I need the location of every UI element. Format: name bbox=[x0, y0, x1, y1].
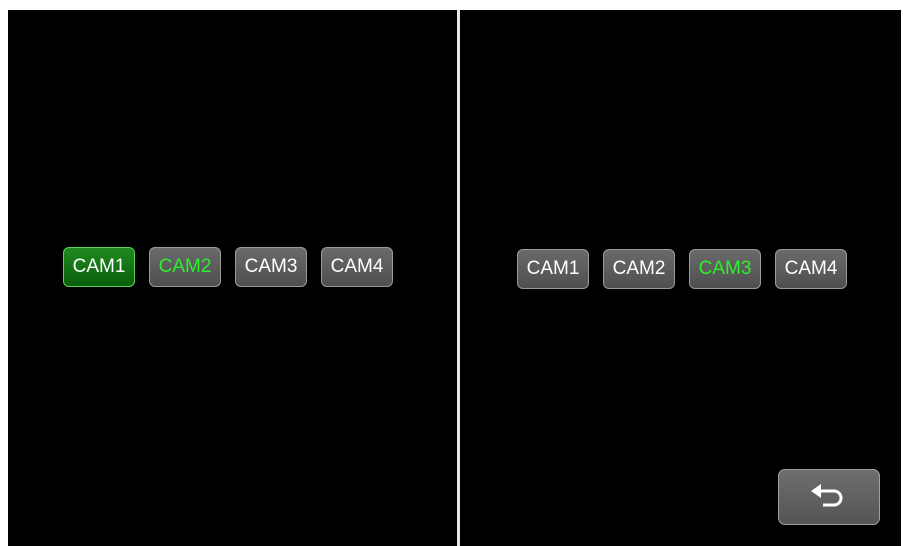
right-cam4-button[interactable]: CAM4 bbox=[775, 249, 847, 289]
left-cam4-button[interactable]: CAM4 bbox=[321, 247, 393, 287]
left-cam1-button[interactable]: CAM1 bbox=[63, 247, 135, 287]
left-cam2-button[interactable]: CAM2 bbox=[149, 247, 221, 287]
right-cam1-button[interactable]: CAM1 bbox=[517, 249, 589, 289]
left-cam3-button[interactable]: CAM3 bbox=[235, 247, 307, 287]
right-cam2-button[interactable]: CAM2 bbox=[603, 249, 675, 289]
right-camera-pane: CAM1 CAM2 CAM3 CAM4 bbox=[460, 10, 901, 546]
back-button[interactable] bbox=[778, 469, 880, 525]
left-camera-pane: CAM1 CAM2 CAM3 CAM4 bbox=[8, 10, 457, 546]
return-arrow-icon bbox=[811, 484, 843, 507]
right-camera-selector: CAM1 CAM2 CAM3 CAM4 bbox=[517, 249, 847, 289]
left-camera-selector: CAM1 CAM2 CAM3 CAM4 bbox=[63, 247, 393, 287]
dual-camera-screen: CAM1 CAM2 CAM3 CAM4 CAM1 CAM2 CAM3 CAM4 bbox=[8, 10, 901, 546]
right-cam3-button[interactable]: CAM3 bbox=[689, 249, 761, 289]
